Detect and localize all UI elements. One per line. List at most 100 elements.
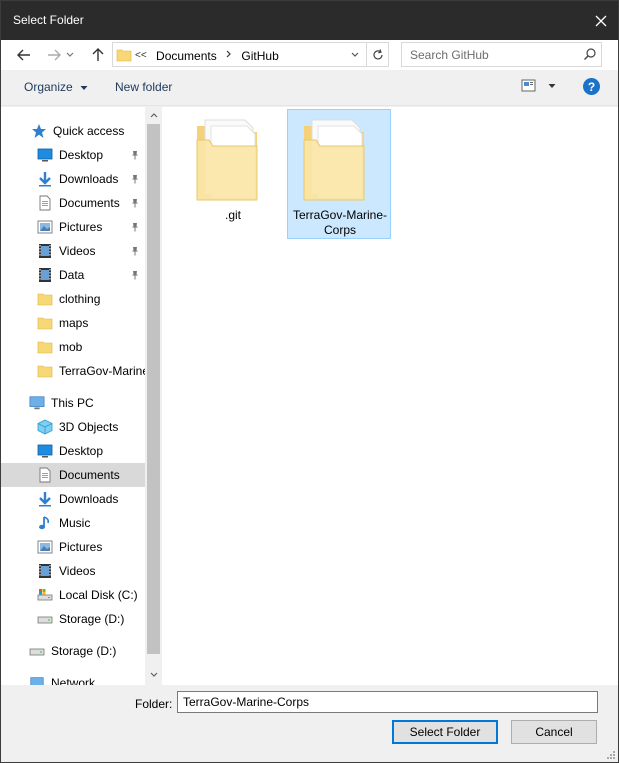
organize-label: Organize (24, 80, 73, 94)
folder-icon (37, 315, 53, 331)
breadcrumb-documents[interactable]: Documents (156, 49, 217, 63)
sidebar-item-data[interactable]: Data (1, 263, 145, 287)
change-view-button[interactable] (521, 79, 556, 93)
drive-icon (37, 611, 53, 627)
sidebar-item-documents[interactable]: Documents (1, 463, 145, 487)
sidebar-item-desktop[interactable]: Desktop (1, 439, 145, 463)
refresh-icon (372, 48, 383, 59)
file-item-git[interactable]: .git (180, 109, 284, 239)
downloads-icon (37, 491, 53, 507)
sidebar-item-local-disk-c[interactable]: Local Disk (C:) (1, 583, 145, 607)
organize-menu[interactable]: Organize (24, 80, 88, 94)
sidebar-item-downloads[interactable]: Downloads (1, 167, 145, 191)
sidebar-item-pictures[interactable]: Pictures (1, 535, 145, 559)
sidebar-item-desktop[interactable]: Desktop (1, 143, 145, 167)
command-bar: Organize New folder ? (1, 70, 618, 106)
pin-icon[interactable] (130, 270, 140, 280)
folder-icon (195, 116, 269, 207)
pin-icon[interactable] (130, 246, 140, 256)
sidebar-item-network[interactable]: Network (1, 671, 145, 685)
sidebar-item-videos[interactable]: Videos (1, 239, 145, 263)
videos-icon (37, 243, 53, 259)
sidebar-item-videos[interactable]: Videos (1, 559, 145, 583)
sidebar-item-music[interactable]: Music (1, 511, 145, 535)
new-folder-button[interactable]: New folder (115, 80, 172, 94)
sidebar-item-documents[interactable]: Documents (1, 191, 145, 215)
scroll-thumb[interactable] (147, 124, 160, 654)
forward-button[interactable] (43, 44, 65, 66)
documents-icon (37, 467, 53, 483)
star-icon (31, 123, 47, 139)
network-icon (29, 675, 45, 685)
cancel-button[interactable]: Cancel (511, 720, 597, 744)
file-name: TerraGov-Marine-Corps (292, 208, 388, 237)
dialog-footer: Folder: Select Folder Cancel (1, 685, 618, 762)
tree-item-label: Network (51, 676, 96, 685)
sidebar-item-storage-root[interactable]: Storage (D:) (1, 639, 145, 663)
tree-item-label: mob (59, 340, 83, 354)
folder-icon (37, 363, 53, 379)
file-list: .git TerraGov-Marine-Corps (162, 107, 618, 685)
search-box[interactable] (401, 42, 602, 67)
tree-item-label: Storage (D:) (51, 644, 117, 658)
up-button[interactable] (87, 44, 109, 66)
sidebar-item-quick-access[interactable]: Quick access (1, 119, 145, 143)
navigation-pane: Quick access Desktop Downloads Documents Pic… (1, 107, 161, 685)
sidebar-item-pictures[interactable]: Pictures (1, 215, 145, 239)
pc-icon (29, 395, 45, 411)
navigation-bar: << Documents GitHub (1, 40, 618, 70)
folder-icon (302, 116, 376, 207)
recent-locations-button[interactable] (63, 44, 77, 66)
tree-item-label: Desktop (59, 444, 104, 458)
breadcrumb-overflow[interactable]: << (135, 50, 147, 61)
tree-item-label: Music (59, 516, 91, 530)
tree-item-label: TerraGov-Marine (59, 364, 150, 378)
pin-icon[interactable] (130, 222, 140, 232)
chevron-right-icon[interactable] (226, 50, 232, 61)
tree-item-label: Pictures (59, 220, 103, 234)
close-button[interactable] (584, 1, 618, 40)
sidebar-item-maps[interactable]: maps (1, 311, 145, 335)
search-icon[interactable] (583, 47, 597, 64)
address-dropdown-button[interactable] (346, 43, 364, 66)
music-icon (37, 515, 53, 531)
scroll-down-button[interactable] (145, 666, 161, 683)
refresh-button[interactable] (366, 43, 388, 66)
drive-icon (29, 643, 45, 659)
pictures-icon (37, 219, 53, 235)
sidebar-item-mob[interactable]: mob (1, 335, 145, 359)
forward-arrow-icon (48, 49, 61, 61)
breadcrumb-github[interactable]: GitHub (241, 49, 278, 63)
pin-icon[interactable] (130, 198, 140, 208)
search-input[interactable] (402, 43, 582, 66)
chevron-up-icon (150, 113, 157, 118)
sidebar-item-this-pc[interactable]: This PC (1, 391, 145, 415)
folder-name-input[interactable] (177, 691, 598, 713)
desktop-icon (37, 443, 53, 459)
sidebar-item-storage-d[interactable]: Storage (D:) (1, 607, 145, 631)
select-folder-button[interactable]: Select Folder (392, 720, 498, 744)
tree-item-label: Data (59, 268, 85, 282)
scroll-up-button[interactable] (145, 107, 161, 124)
nav-scrollbar[interactable] (145, 107, 161, 685)
tree-item-label: clothing (59, 292, 101, 306)
sidebar-item-downloads[interactable]: Downloads (1, 487, 145, 511)
resize-grip-icon[interactable] (606, 750, 616, 760)
address-bar[interactable]: << Documents GitHub (112, 42, 389, 67)
file-item-terragov-marine-corps[interactable]: TerraGov-Marine-Corps (287, 109, 391, 239)
tree-item-label: Documents (59, 196, 120, 210)
tree-item-label: Storage (D:) (59, 612, 125, 626)
sidebar-item-terragov-marine[interactable]: TerraGov-Marine (1, 359, 149, 383)
back-button[interactable] (13, 44, 35, 66)
pin-icon[interactable] (130, 174, 140, 184)
pictures-icon (37, 539, 53, 555)
tree-item-label: Downloads (59, 172, 119, 186)
help-button[interactable]: ? (583, 78, 600, 95)
sidebar-item-3d-objects[interactable]: 3D Objects (1, 415, 145, 439)
pin-icon[interactable] (130, 150, 140, 160)
window-title: Select Folder (13, 13, 84, 27)
sidebar-item-clothing[interactable]: clothing (1, 287, 145, 311)
tree-item-label: Local Disk (C:) (59, 588, 138, 602)
chevron-down-icon (548, 84, 556, 88)
chevron-down-icon (351, 52, 359, 57)
